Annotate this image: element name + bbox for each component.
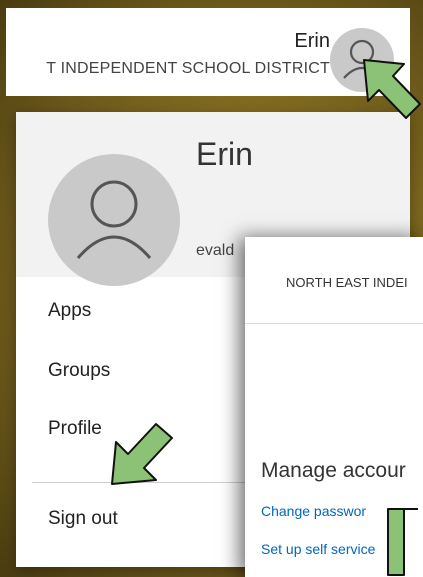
arrow-pointer-icon: [363, 59, 421, 119]
manage-account-title: Manage accour: [261, 459, 406, 482]
person-icon: [76, 180, 152, 259]
menu-item-groups[interactable]: Groups: [48, 360, 110, 382]
menu-item-profile[interactable]: Profile: [48, 418, 102, 440]
account-org-name: NORTH EAST INDEI: [286, 275, 408, 290]
header-org-name: T INDEPENDENT SCHOOL DISTRICT: [46, 60, 330, 77]
profile-name: Erin: [196, 136, 253, 172]
menu-item-apps[interactable]: Apps: [48, 300, 91, 322]
arrow-pointer-icon: [387, 508, 418, 576]
account-divider: [245, 323, 423, 324]
header-user-name: Erin: [294, 30, 330, 52]
arrow-pointer-icon: [111, 423, 173, 485]
menu-item-sign-out[interactable]: Sign out: [48, 508, 118, 530]
top-header: Erin T INDEPENDENT SCHOOL DISTRICT: [6, 8, 410, 96]
self-service-link[interactable]: Set up self service: [261, 541, 375, 557]
change-password-link[interactable]: Change passwor: [261, 503, 366, 519]
profile-email: evald: [196, 242, 235, 259]
profile-avatar: [48, 154, 180, 286]
